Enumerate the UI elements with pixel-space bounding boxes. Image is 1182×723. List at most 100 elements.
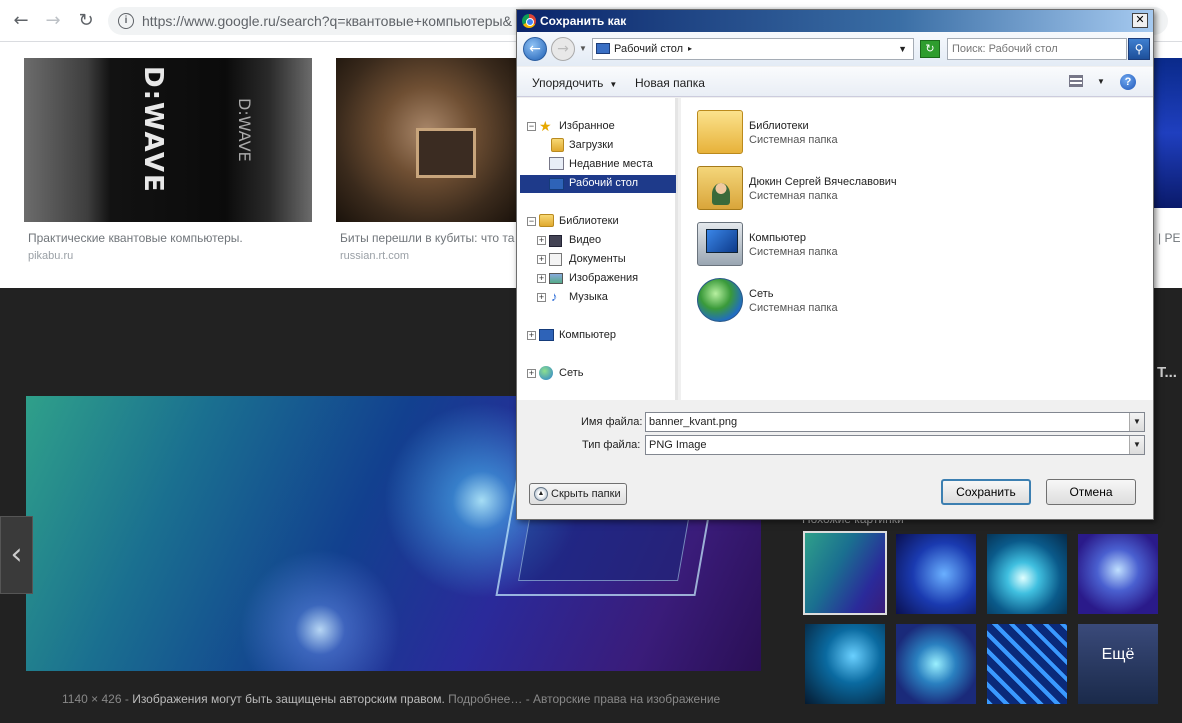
- tree-label: Сеть: [559, 367, 584, 379]
- tree-item-computer[interactable]: + Компьютер: [527, 327, 677, 345]
- tree-item-network[interactable]: + Сеть: [527, 365, 677, 383]
- libraries-icon: [539, 214, 554, 227]
- tree-item-images[interactable]: + Изображения: [537, 270, 677, 288]
- related-thumbnail[interactable]: [1078, 534, 1158, 614]
- cancel-button[interactable]: Отмена: [1046, 479, 1136, 505]
- file-item-user[interactable]: Дюкин Сергей Вячеславович Системная папк…: [681, 164, 981, 214]
- close-icon[interactable]: ✕: [1132, 13, 1148, 28]
- copyright-warning: Изображения могут быть защищены авторски…: [132, 692, 445, 706]
- chevron-up-icon: ▲: [534, 487, 548, 501]
- help-icon[interactable]: ?: [1120, 74, 1136, 90]
- search-icon[interactable]: ⚲: [1128, 38, 1150, 60]
- file-name: Дюкин Сергей Вячеславович: [749, 176, 897, 188]
- desktop-icon: [549, 178, 564, 190]
- navigation-pane: − ★ Избранное Загрузки Недавние места Ра…: [517, 98, 678, 400]
- collapse-icon[interactable]: −: [527, 122, 536, 131]
- filetype-select[interactable]: PNG Image ▼: [645, 435, 1145, 455]
- back-arrow-icon[interactable]: ←: [11, 11, 31, 31]
- tree-item-favorites[interactable]: − ★ Избранное: [527, 118, 677, 136]
- tree-item-music[interactable]: + ♪ Музыка: [537, 289, 677, 307]
- libraries-folder-icon: [697, 110, 743, 154]
- result-thumbnail-qubit[interactable]: [336, 58, 518, 222]
- current-folder[interactable]: Рабочий стол: [614, 43, 683, 55]
- history-dropdown-icon[interactable]: ▼: [579, 44, 587, 53]
- address-dropdown-icon[interactable]: ▼: [898, 44, 907, 54]
- folder-search-box[interactable]: [947, 38, 1127, 60]
- preview-caption: 1140 × 426 - Изображения могут быть защи…: [62, 692, 720, 706]
- address-url[interactable]: https://www.google.ru/search?q=квантовые…: [142, 13, 512, 29]
- back-button[interactable]: ←: [523, 37, 547, 61]
- result-title-partial[interactable]: | PE: [1158, 231, 1180, 245]
- documents-icon: [549, 253, 562, 266]
- expand-icon[interactable]: +: [537, 274, 546, 283]
- chip-image: [416, 128, 476, 178]
- hide-folders-button[interactable]: ▲ Скрыть папки: [529, 483, 627, 505]
- address-row: ← → ▼ Рабочий стол ▸ ▼ ↻ ⚲: [517, 32, 1153, 66]
- tree-item-recent[interactable]: Недавние места: [527, 156, 677, 174]
- expand-icon[interactable]: +: [537, 255, 546, 264]
- view-dropdown-icon[interactable]: ▼: [1097, 77, 1105, 86]
- result-source[interactable]: pikabu.ru: [28, 250, 73, 262]
- dialog-titlebar[interactable]: Сохранить как ✕: [517, 10, 1153, 32]
- related-thumbnail[interactable]: [896, 534, 976, 614]
- desktop-icon: [596, 43, 610, 54]
- filename-field[interactable]: banner_kvant.png ▼: [645, 412, 1145, 432]
- collapse-icon[interactable]: −: [527, 217, 536, 226]
- rights-link[interactable]: - Авторские права на изображение: [522, 692, 721, 706]
- organize-label: Упорядочить: [532, 76, 604, 90]
- network-icon: [539, 366, 553, 380]
- result-title[interactable]: Биты перешли в кубиты: что та: [340, 231, 514, 245]
- filetype-value[interactable]: PNG Image: [649, 439, 706, 451]
- file-name: Сеть: [749, 288, 774, 300]
- result-thumbnail-dwave[interactable]: D:WAVE D:WAVE: [24, 58, 312, 222]
- related-thumbnail[interactable]: [805, 624, 885, 704]
- related-thumbnail[interactable]: [896, 624, 976, 704]
- related-thumbnail[interactable]: [987, 534, 1067, 614]
- save-button[interactable]: Сохранить: [941, 479, 1031, 505]
- result-thumbnail-partial[interactable]: [1154, 58, 1182, 208]
- tree-item-documents[interactable]: + Документы: [537, 251, 677, 269]
- more-images-label: Ещё: [1101, 646, 1135, 663]
- folder-address-bar[interactable]: Рабочий стол ▸ ▼: [592, 38, 914, 60]
- more-images-button[interactable]: Ещё: [1078, 624, 1158, 704]
- result-source[interactable]: russian.rt.com: [340, 250, 409, 262]
- new-folder-button[interactable]: Новая папка: [635, 76, 705, 90]
- file-item-network[interactable]: Сеть Системная папка: [681, 276, 981, 326]
- related-thumbnail[interactable]: [803, 531, 887, 615]
- site-info-icon[interactable]: i: [118, 13, 134, 29]
- file-item-computer[interactable]: Компьютер Системная папка: [681, 220, 981, 270]
- tree-label: Недавние места: [569, 158, 653, 170]
- filename-dropdown-icon[interactable]: ▼: [1129, 413, 1144, 431]
- breadcrumb-chevron-icon[interactable]: ▸: [688, 44, 692, 53]
- filetype-label: Тип файла:: [582, 439, 641, 451]
- file-item-libraries[interactable]: Библиотеки Системная папка: [681, 108, 981, 158]
- filename-value[interactable]: banner_kvant.png: [649, 416, 737, 428]
- images-icon: [549, 273, 563, 284]
- expand-icon[interactable]: +: [527, 369, 536, 378]
- dwave-logo-secondary: D:WAVE: [235, 98, 254, 162]
- related-thumbnail[interactable]: [987, 624, 1067, 704]
- refresh-icon[interactable]: ↻: [920, 40, 940, 58]
- folder-search-input[interactable]: [952, 42, 1122, 56]
- tree-item-libraries[interactable]: − Библиотеки: [527, 213, 677, 231]
- organize-menu[interactable]: Упорядочить ▼: [532, 76, 617, 90]
- dwave-logo: D:WAVE: [138, 66, 168, 194]
- tree-item-video[interactable]: + Видео: [537, 232, 677, 250]
- expand-icon[interactable]: +: [527, 331, 536, 340]
- star-icon: ★: [539, 118, 552, 134]
- expand-icon[interactable]: +: [537, 293, 546, 302]
- command-bar: Упорядочить ▼ Новая папка ▼ ?: [517, 67, 1153, 97]
- forward-button[interactable]: →: [551, 37, 575, 61]
- filetype-dropdown-icon[interactable]: ▼: [1129, 436, 1144, 454]
- previous-image-button[interactable]: ‹: [0, 516, 33, 594]
- forward-arrow-icon[interactable]: →: [43, 11, 63, 31]
- result-title[interactable]: Практические квантовые компьютеры.: [28, 231, 243, 245]
- more-link[interactable]: Подробнее…: [445, 692, 522, 706]
- reload-icon[interactable]: ↻: [76, 11, 96, 31]
- expand-icon[interactable]: +: [537, 236, 546, 245]
- image-size: 1140 × 426: [62, 692, 122, 706]
- tree-item-desktop[interactable]: Рабочий стол: [520, 175, 676, 193]
- tree-label: Изображения: [569, 272, 639, 284]
- view-options-icon[interactable]: [1069, 75, 1083, 87]
- tree-item-downloads[interactable]: Загрузки: [527, 137, 677, 155]
